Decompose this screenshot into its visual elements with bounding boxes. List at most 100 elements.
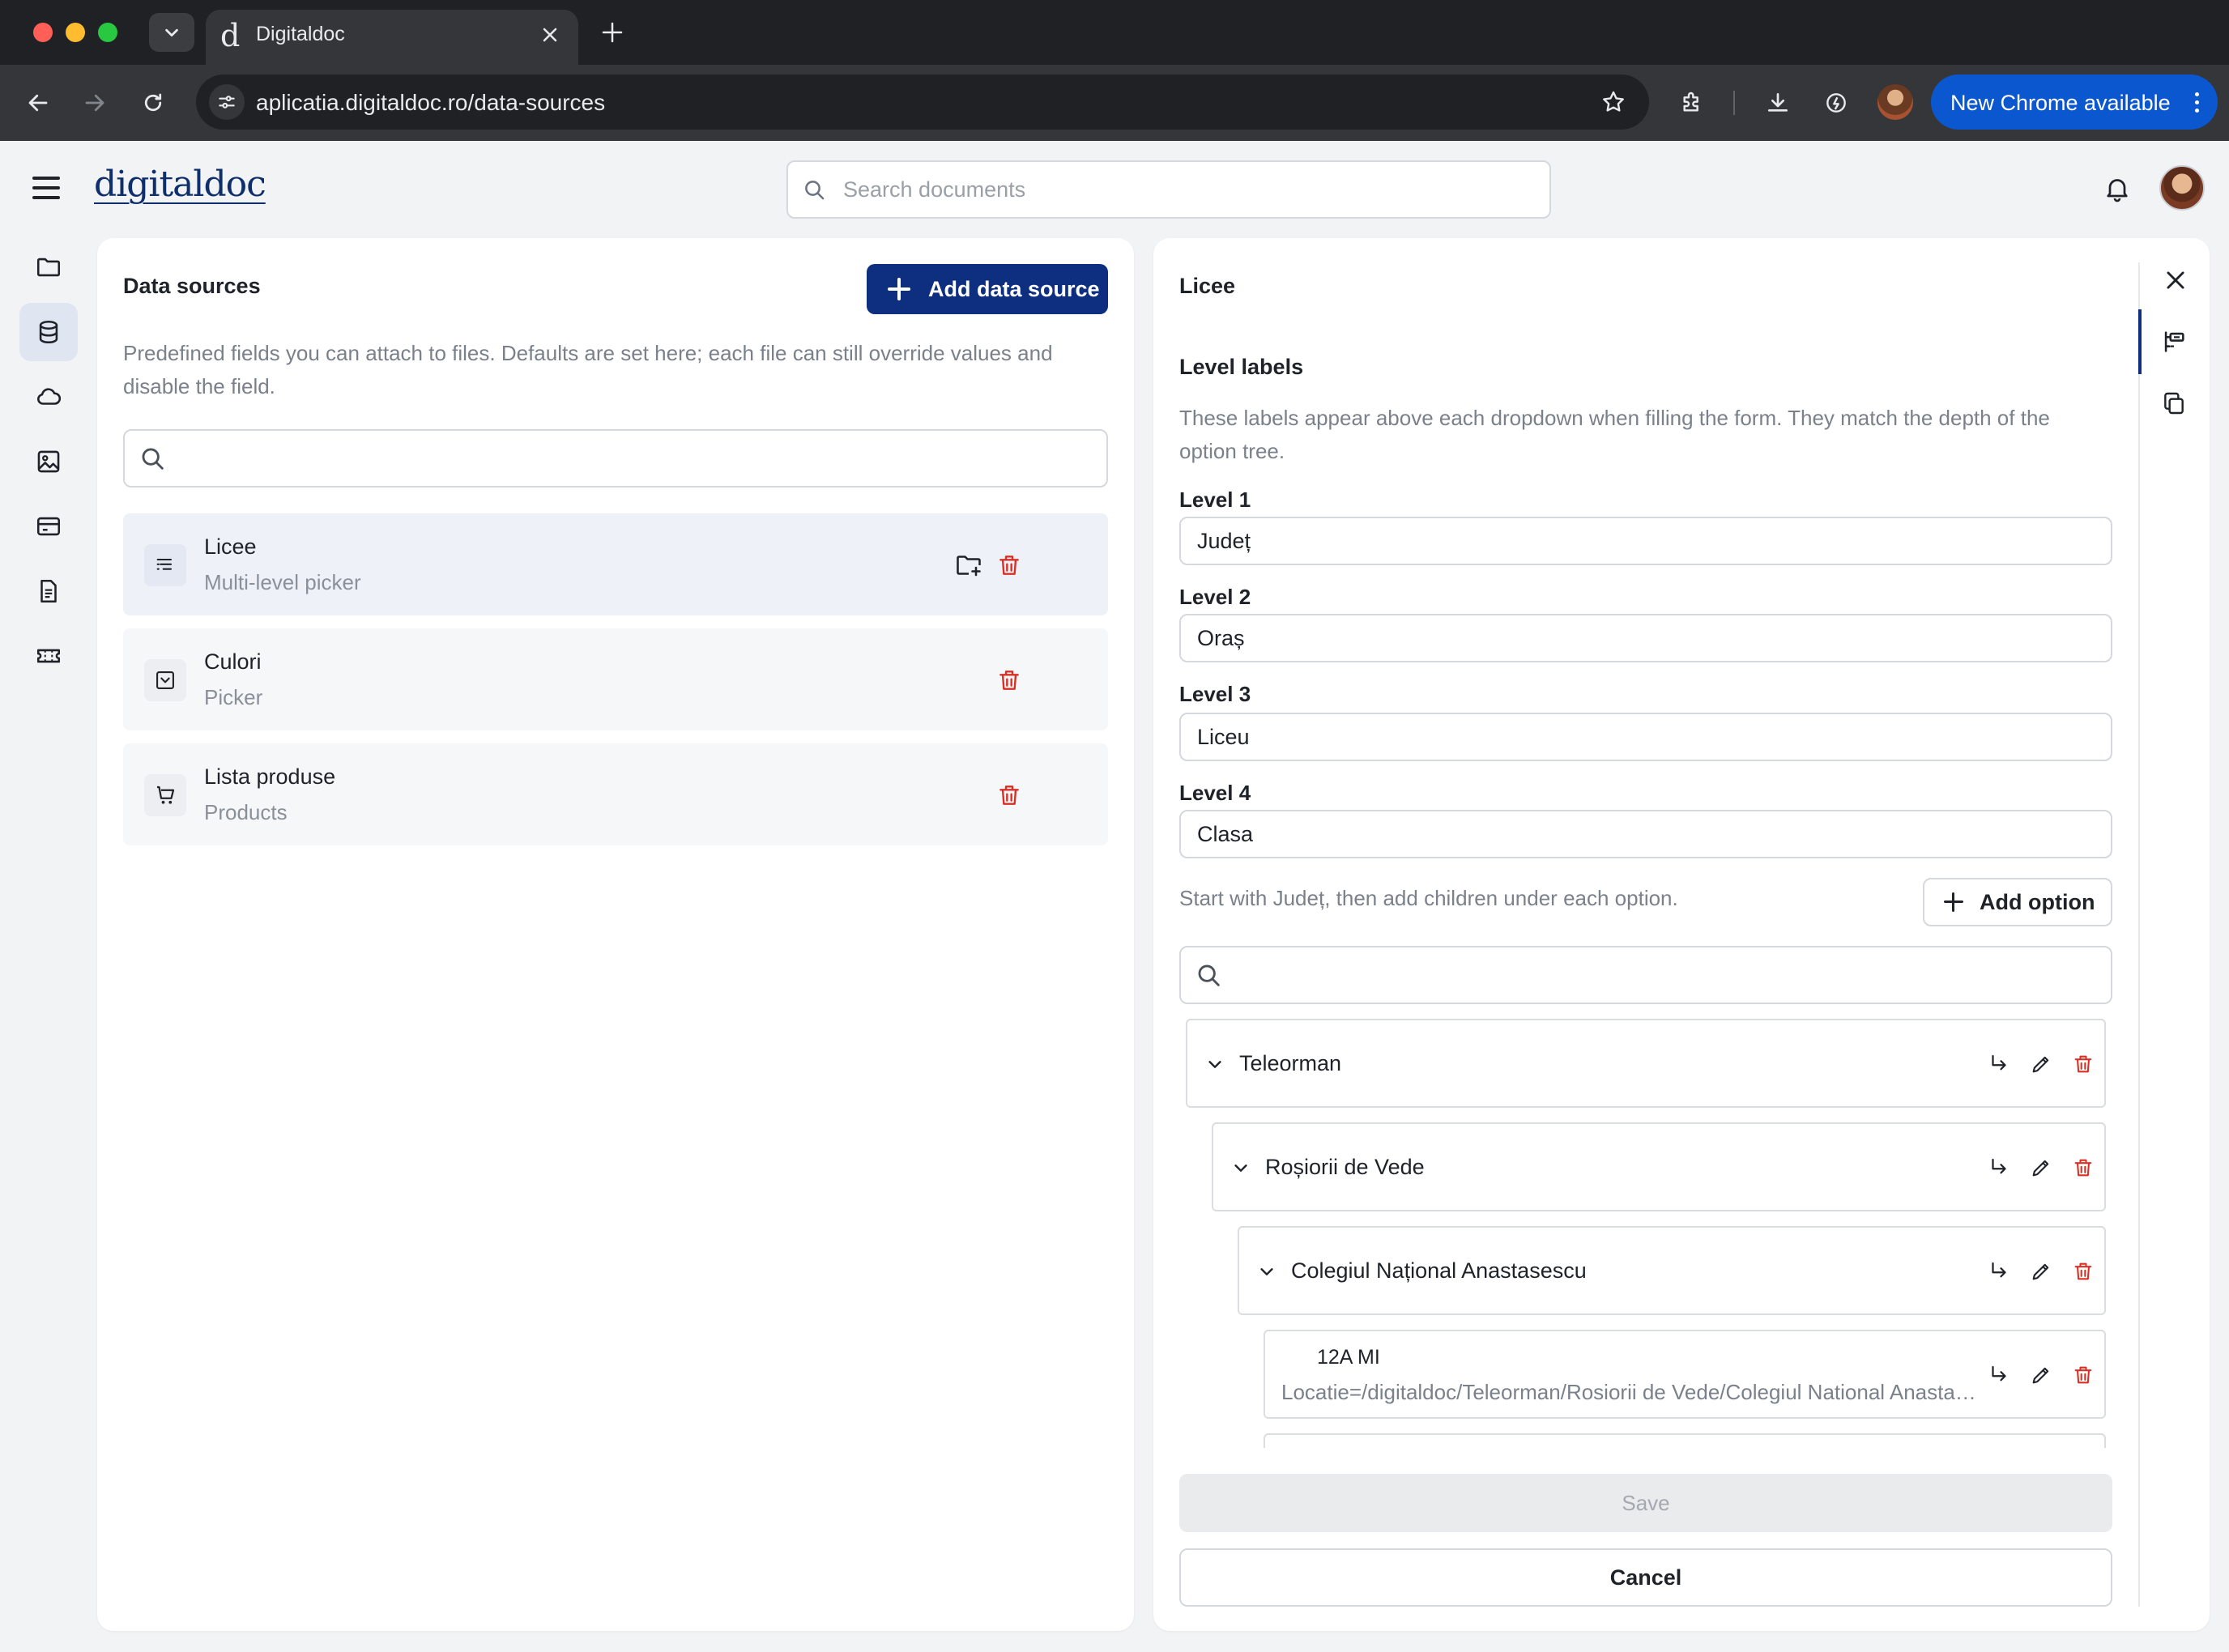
delete-button[interactable] <box>2069 1360 2098 1390</box>
folder-plus-icon <box>957 556 981 577</box>
editor-side-divider <box>2138 262 2140 1607</box>
edit-button[interactable] <box>2027 1360 2056 1390</box>
trash-icon <box>999 786 1019 805</box>
data-source-type: Products <box>204 800 288 824</box>
tree-node-label: Colegiul Național Anastasescu <box>1291 1258 1587 1283</box>
option-search[interactable] <box>1179 946 2112 1004</box>
chevron-down-icon[interactable] <box>1204 1053 1226 1075</box>
window-maximize-button[interactable] <box>98 23 117 42</box>
tree-node[interactable]: Teleorman <box>1186 1019 2106 1108</box>
performance-button[interactable] <box>1818 84 1855 121</box>
delete-button[interactable] <box>2069 1050 2098 1079</box>
pencil-icon <box>2032 1160 2049 1177</box>
chrome-update-button[interactable]: New Chrome available <box>1931 75 2218 130</box>
tree-node[interactable] <box>1264 1433 2106 1448</box>
downloads-button[interactable] <box>1759 84 1796 121</box>
data-source-item[interactable]: Culori Picker <box>123 628 1108 730</box>
tab-structure[interactable] <box>2154 322 2193 361</box>
new-tab-button[interactable] <box>596 16 629 49</box>
chevron-down-icon[interactable] <box>1230 1156 1252 1179</box>
browser-tab-bar: d Digitaldoc <box>0 0 2229 65</box>
add-child-button[interactable] <box>1984 1360 2014 1390</box>
attach-folder-button[interactable] <box>953 549 985 581</box>
rail-documents[interactable] <box>19 562 78 620</box>
edit-button[interactable] <box>2027 1050 2056 1079</box>
delete-button[interactable] <box>993 549 1025 581</box>
data-source-search-input[interactable] <box>178 441 1085 476</box>
add-child-button[interactable] <box>1984 1257 2014 1286</box>
tree-node[interactable]: Roșiorii de Vede <box>1212 1122 2106 1211</box>
forward-button[interactable] <box>76 84 113 121</box>
chevron-down-icon[interactable] <box>1255 1260 1278 1283</box>
image-icon <box>37 450 60 473</box>
address-bar[interactable]: aplicatia.digitaldoc.ro/data-sources <box>196 75 1649 130</box>
option-search-input[interactable] <box>1234 957 2093 993</box>
more-vert-icon <box>2195 92 2200 117</box>
level-4-input[interactable] <box>1179 810 2112 858</box>
close-editor-button[interactable] <box>2158 262 2193 298</box>
tree-node-detail: Locatie=/digitaldoc/Teleorman/Rosiorii d… <box>1281 1380 1978 1404</box>
edit-button[interactable] <box>2027 1257 2056 1286</box>
window-minimize-button[interactable] <box>66 23 85 42</box>
add-child-button[interactable] <box>1984 1050 2014 1079</box>
reload-icon <box>144 93 162 112</box>
level-2-input[interactable] <box>1179 614 2112 662</box>
user-avatar[interactable] <box>2159 165 2205 211</box>
level-3-label: Level 3 <box>1179 682 1251 706</box>
close-icon <box>543 28 557 42</box>
extensions-button[interactable] <box>1673 84 1711 121</box>
back-button[interactable] <box>19 84 57 121</box>
ticket-icon <box>36 649 61 663</box>
tree-node[interactable]: Colegiul Național Anastasescu <box>1238 1226 2106 1315</box>
browser-tab[interactable]: d Digitaldoc <box>206 10 578 65</box>
rail-folder[interactable] <box>19 238 78 296</box>
data-source-editor: Licee Level labels These labels appear a… <box>1153 238 2210 1631</box>
add-child-button[interactable] <box>1984 1153 2014 1182</box>
option-tree: Teleorman Roșiorii de Vede Colegiul Nați… <box>1179 1019 2116 1448</box>
bell-icon <box>2107 179 2128 202</box>
tune-icon <box>219 96 235 109</box>
reload-button[interactable] <box>134 84 172 121</box>
url-text[interactable]: aplicatia.digitaldoc.ro/data-sources <box>256 90 605 116</box>
rail-cards[interactable] <box>19 497 78 556</box>
level-1-input[interactable] <box>1179 517 2112 565</box>
rail-data-sources[interactable] <box>19 303 78 361</box>
site-info-button[interactable] <box>209 84 245 120</box>
rail-tickets[interactable] <box>19 627 78 685</box>
profile-avatar[interactable] <box>1877 84 1913 120</box>
tab-close-button[interactable] <box>538 23 562 47</box>
document-search[interactable] <box>786 160 1551 219</box>
tree-node-label: Teleorman <box>1239 1051 1342 1075</box>
rail-images[interactable] <box>19 432 78 491</box>
data-source-item[interactable]: Lista produse Products <box>123 743 1108 845</box>
list-icon <box>144 544 186 586</box>
delete-button[interactable] <box>2069 1153 2098 1182</box>
search-documents-input[interactable] <box>843 172 1524 207</box>
add-data-source-button[interactable]: Add data source <box>867 264 1108 314</box>
add-option-button[interactable]: Add option <box>1923 878 2112 926</box>
data-source-item[interactable]: Licee Multi-level picker <box>123 513 1108 615</box>
trash-icon <box>999 556 1019 575</box>
save-button[interactable]: Save <box>1179 1474 2112 1532</box>
app-logo[interactable]: digitaldoc <box>94 164 266 205</box>
tab-copy[interactable] <box>2154 384 2193 423</box>
notifications-button[interactable] <box>2103 173 2132 204</box>
delete-button[interactable] <box>993 664 1025 696</box>
tab-favicon: d <box>220 18 241 53</box>
pencil-icon <box>2032 1263 2049 1280</box>
tab-search-button[interactable] <box>149 13 194 52</box>
cancel-button[interactable]: Cancel <box>1179 1548 2112 1607</box>
data-source-type: Multi-level picker <box>204 570 361 594</box>
bookmark-button[interactable] <box>1600 89 1626 115</box>
rail-cloud[interactable] <box>19 368 78 426</box>
data-source-search[interactable] <box>123 429 1108 488</box>
window-close-button[interactable] <box>33 23 53 42</box>
menu-icon[interactable] <box>32 177 60 199</box>
tree-node[interactable]: 12A MI Locatie=/digitaldoc/Teleorman/Ros… <box>1264 1330 2106 1419</box>
subdirectory-arrow-icon <box>1992 1365 2006 1382</box>
level-3-input[interactable] <box>1179 713 2112 761</box>
delete-button[interactable] <box>993 779 1025 811</box>
delete-button[interactable] <box>2069 1257 2098 1286</box>
edit-button[interactable] <box>2027 1153 2056 1182</box>
download-icon <box>1768 93 1788 112</box>
